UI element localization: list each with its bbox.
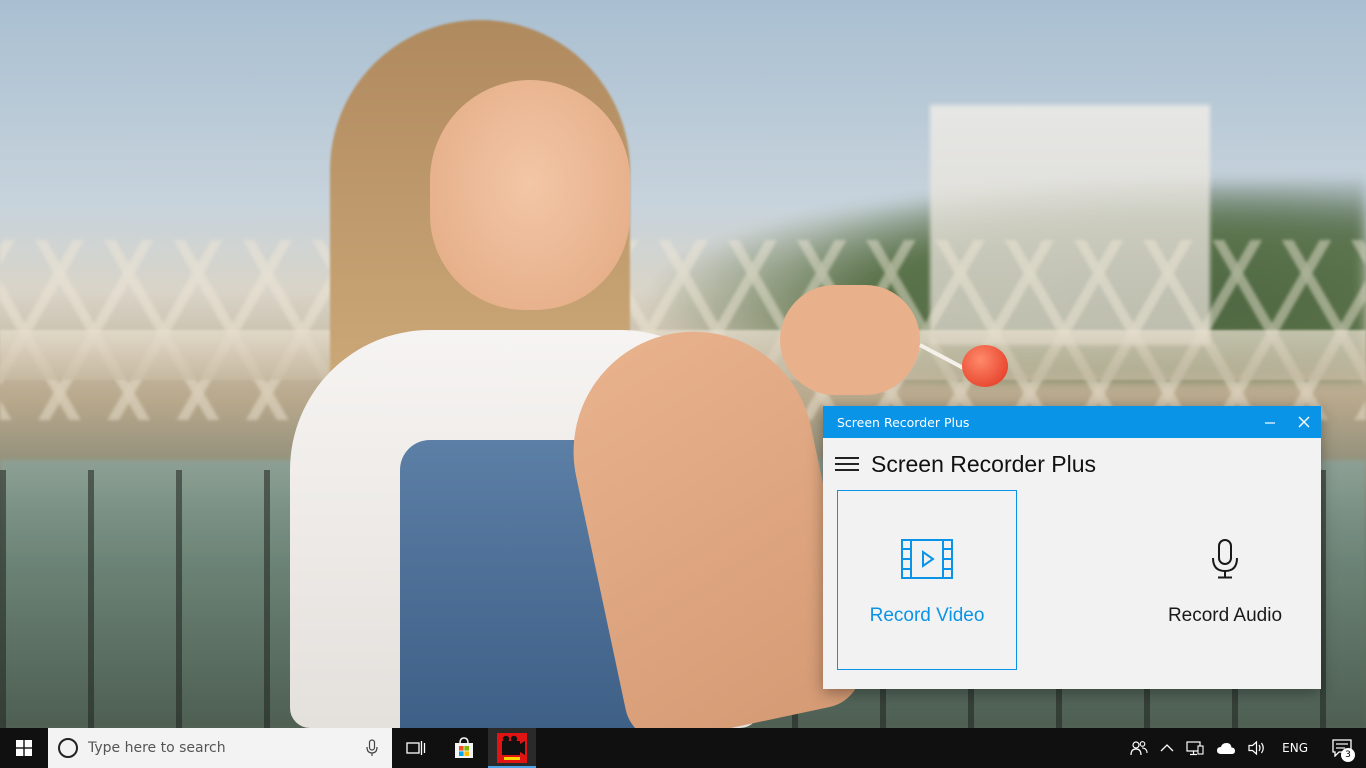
start-button[interactable] bbox=[0, 728, 48, 768]
close-button[interactable] bbox=[1287, 406, 1321, 438]
store-icon bbox=[455, 737, 473, 758]
recording-options: Record Video Record Audio bbox=[823, 490, 1321, 670]
minimize-icon bbox=[1265, 422, 1275, 424]
window-titlebar[interactable]: Screen Recorder Plus bbox=[823, 406, 1321, 438]
app-title: Screen Recorder Plus bbox=[871, 450, 1096, 477]
record-audio-label: Record Audio bbox=[1167, 605, 1283, 626]
network-button[interactable] bbox=[1180, 728, 1210, 768]
task-view-button[interactable] bbox=[392, 728, 440, 768]
show-hidden-icons-button[interactable] bbox=[1154, 728, 1180, 768]
microphone-icon[interactable] bbox=[366, 739, 378, 757]
task-view-icon bbox=[406, 741, 426, 755]
minimize-button[interactable] bbox=[1253, 406, 1287, 438]
input-language-indicator[interactable]: ENG bbox=[1272, 741, 1318, 755]
search-placeholder: Type here to search bbox=[88, 740, 226, 756]
volume-button[interactable] bbox=[1242, 728, 1272, 768]
screen-recorder-window: Screen Recorder Plus Screen Recorder Plu… bbox=[823, 406, 1321, 689]
wallpaper-lollipop bbox=[962, 345, 1008, 387]
record-video-label: Record Video bbox=[869, 605, 985, 626]
system-tray: ENG 3 bbox=[1124, 728, 1366, 768]
onedrive-button[interactable] bbox=[1210, 728, 1242, 768]
app-header: Screen Recorder Plus bbox=[823, 438, 1321, 490]
screen-recorder-app-icon bbox=[497, 733, 527, 763]
close-icon bbox=[1298, 416, 1310, 428]
action-center-button[interactable]: 3 bbox=[1318, 728, 1366, 768]
taskbar-search-box[interactable]: Type here to search bbox=[48, 728, 392, 768]
record-audio-tile[interactable]: Record Audio bbox=[1135, 490, 1315, 670]
screen-recorder-taskbar-button[interactable] bbox=[488, 728, 536, 768]
people-icon bbox=[1130, 741, 1148, 756]
store-button[interactable] bbox=[440, 728, 488, 768]
hamburger-menu-icon[interactable] bbox=[835, 457, 859, 471]
wallpaper-person-hand bbox=[780, 285, 920, 395]
people-button[interactable] bbox=[1124, 728, 1154, 768]
notification-count-badge: 3 bbox=[1341, 748, 1355, 762]
wallpaper-person-face bbox=[430, 80, 630, 310]
microphone-icon bbox=[1212, 539, 1238, 579]
network-icon bbox=[1186, 741, 1204, 756]
taskbar: Type here to search ENG 3 bbox=[0, 728, 1366, 768]
cloud-icon bbox=[1217, 743, 1236, 754]
chevron-up-icon bbox=[1160, 744, 1174, 752]
cortana-icon[interactable] bbox=[58, 738, 78, 758]
film-icon bbox=[901, 539, 953, 579]
windows-logo-icon bbox=[16, 740, 32, 756]
record-video-tile[interactable]: Record Video bbox=[837, 490, 1017, 670]
speaker-icon bbox=[1248, 740, 1264, 756]
window-title: Screen Recorder Plus bbox=[837, 414, 970, 430]
